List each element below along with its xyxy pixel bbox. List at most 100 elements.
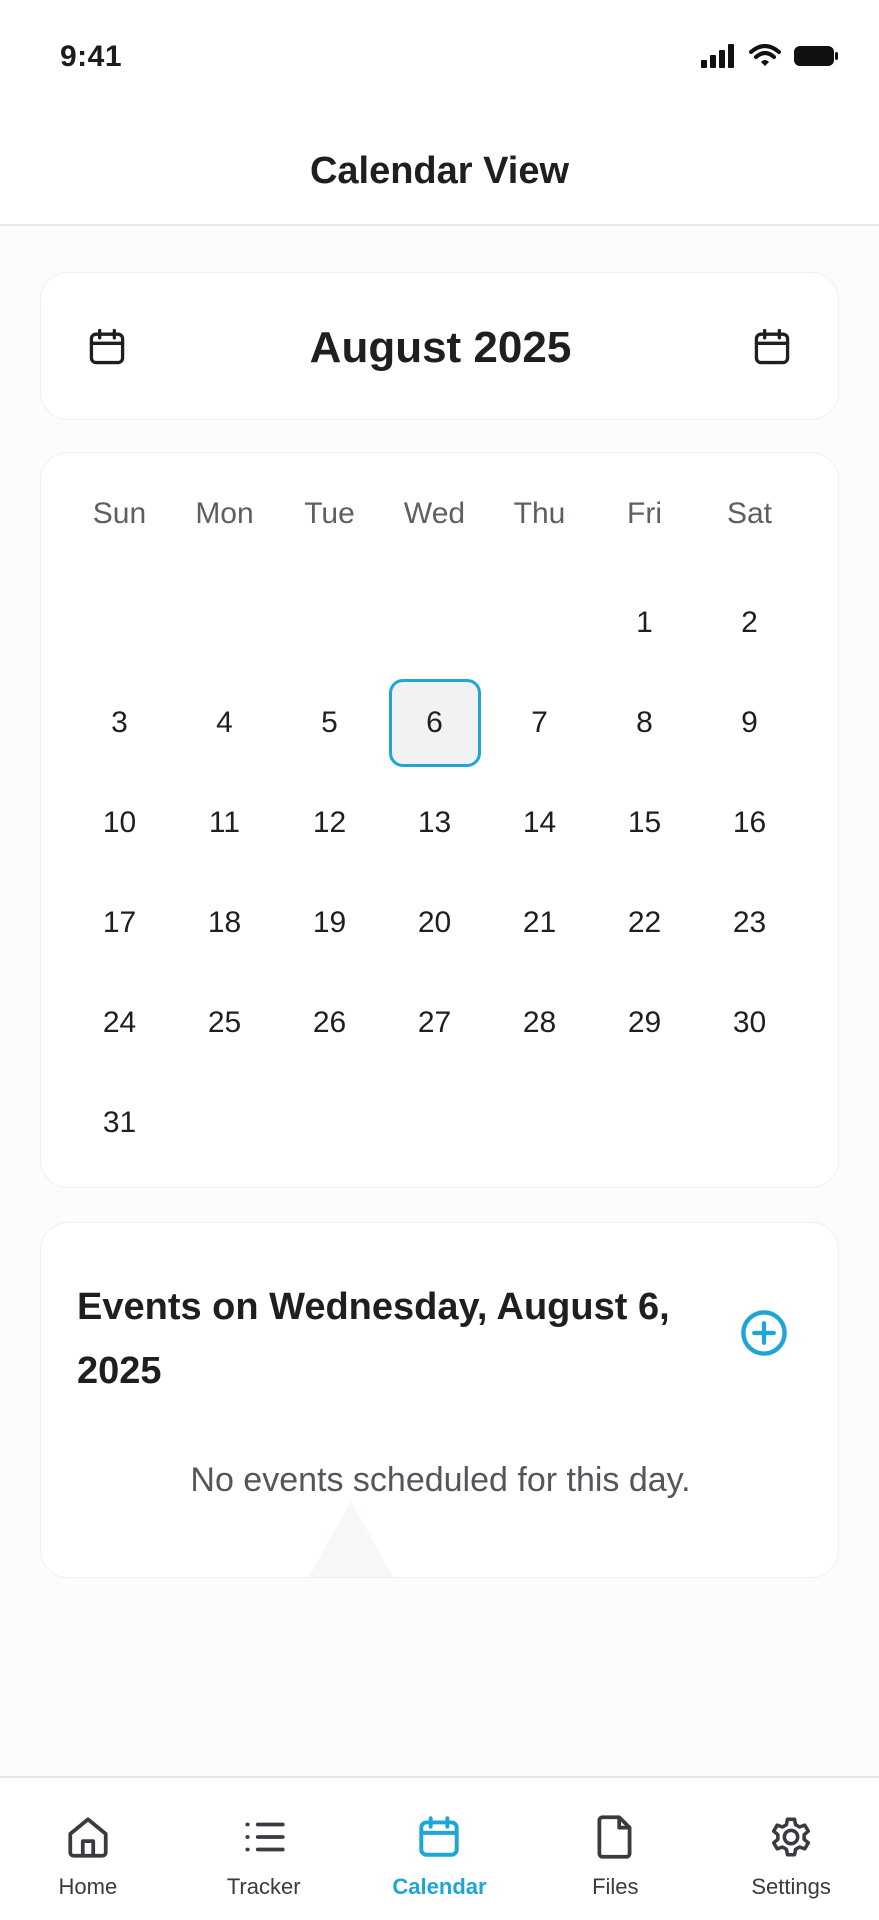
month-label: August 2025 bbox=[309, 323, 572, 372]
day-number: 21 bbox=[522, 906, 557, 939]
day-number: 16 bbox=[732, 806, 767, 839]
weekday-label: Mon bbox=[195, 497, 254, 530]
nav-item-calendar[interactable]: Calendar bbox=[352, 1778, 528, 1920]
day-cell-24[interactable]: 24 bbox=[67, 973, 172, 1073]
next-month-button[interactable] bbox=[744, 319, 800, 375]
day-number: 10 bbox=[102, 806, 137, 839]
days-grid: 1 2 3 4 5 6 7 8 9 10 11 12 13 14 15 16 17 18 19 20 21 22 23 24 2… bbox=[67, 573, 802, 1173]
day-cell-7[interactable]: 7 bbox=[487, 673, 592, 773]
day-cell-28[interactable]: 28 bbox=[487, 973, 592, 1073]
nav-item-settings[interactable]: Settings bbox=[703, 1778, 879, 1920]
gear-icon bbox=[772, 1817, 811, 1857]
day-cell-5[interactable]: 5 bbox=[277, 673, 382, 773]
day-number: 8 bbox=[636, 706, 653, 739]
day-number: 1 bbox=[636, 606, 653, 639]
day-number: 31 bbox=[102, 1106, 137, 1139]
day-cell-empty bbox=[382, 1073, 487, 1173]
day-number: 5 bbox=[321, 706, 338, 739]
day-cell-27[interactable]: 27 bbox=[382, 973, 487, 1073]
status-time: 9:41 bbox=[60, 40, 123, 73]
day-cell-23[interactable]: 23 bbox=[697, 873, 802, 973]
calendar-icon bbox=[419, 1816, 460, 1857]
status-bar: 9:41 bbox=[0, 0, 879, 116]
events-card: Events on Wednesday, August 6, 2025 No e… bbox=[40, 1222, 839, 1578]
day-cell-empty bbox=[382, 573, 487, 673]
day-cell-26[interactable]: 26 bbox=[277, 973, 382, 1073]
nav-item-tracker[interactable]: Tracker bbox=[176, 1778, 352, 1920]
day-number: 22 bbox=[627, 906, 662, 939]
weekday-label: Sat bbox=[726, 497, 773, 530]
day-cell-13[interactable]: 13 bbox=[382, 773, 487, 873]
day-cell-29[interactable]: 29 bbox=[592, 973, 697, 1073]
day-number: 9 bbox=[741, 706, 758, 739]
status-icons bbox=[701, 44, 839, 68]
day-cell-16[interactable]: 16 bbox=[697, 773, 802, 873]
day-number: 30 bbox=[732, 1006, 767, 1039]
day-cell-19[interactable]: 19 bbox=[277, 873, 382, 973]
day-cell-empty bbox=[697, 1073, 802, 1173]
day-cell-18[interactable]: 18 bbox=[172, 873, 277, 973]
day-cell-20[interactable]: 20 bbox=[382, 873, 487, 973]
day-cell-17[interactable]: 17 bbox=[67, 873, 172, 973]
nav-label: Home bbox=[58, 1874, 118, 1899]
app-header: Calendar View bbox=[0, 116, 879, 226]
day-number: 2 bbox=[741, 606, 758, 639]
day-cell-30[interactable]: 30 bbox=[697, 973, 802, 1073]
day-cell-empty bbox=[592, 1073, 697, 1173]
day-cell-8[interactable]: 8 bbox=[592, 673, 697, 773]
day-number: 4 bbox=[216, 706, 233, 739]
day-cell-25[interactable]: 25 bbox=[172, 973, 277, 1073]
weekday-header: Sun Mon Tue Wed Thu Fri Sat bbox=[67, 497, 802, 531]
day-number: 29 bbox=[627, 1006, 662, 1039]
day-cell-1[interactable]: 1 bbox=[592, 573, 697, 673]
day-cell-14[interactable]: 14 bbox=[487, 773, 592, 873]
day-cell-15[interactable]: 15 bbox=[592, 773, 697, 873]
calendar-grid-card: Sun Mon Tue Wed Thu Fri Sat 1 2 3 4 5 6 7 8 9 10 1… bbox=[40, 452, 839, 1188]
calendar-icon bbox=[754, 328, 790, 365]
day-cell-empty bbox=[172, 573, 277, 673]
home-icon bbox=[68, 1817, 108, 1858]
day-cell-2[interactable]: 2 bbox=[697, 573, 802, 673]
weekday-label: Tue bbox=[304, 497, 355, 530]
nav-item-home[interactable]: Home bbox=[0, 1778, 176, 1920]
day-cell-9[interactable]: 9 bbox=[697, 673, 802, 773]
day-number: 14 bbox=[522, 806, 557, 839]
day-cell-10[interactable]: 10 bbox=[67, 773, 172, 873]
day-cell-31[interactable]: 31 bbox=[67, 1073, 172, 1173]
day-number: 12 bbox=[312, 806, 347, 839]
day-cell-empty bbox=[487, 573, 592, 673]
add-event-button[interactable] bbox=[736, 1305, 792, 1361]
day-cell-4[interactable]: 4 bbox=[172, 673, 277, 773]
day-number: 19 bbox=[312, 906, 347, 939]
nav-item-files[interactable]: Files bbox=[527, 1778, 703, 1920]
nav-label: Settings bbox=[751, 1874, 831, 1899]
day-number: 24 bbox=[102, 1006, 137, 1039]
month-navigation-card: August 2025 bbox=[40, 272, 839, 420]
day-number: 11 bbox=[208, 806, 241, 839]
bottom-navigation: Home Tracker Calendar Files Settings bbox=[0, 1776, 879, 1920]
empty-events-message: No events scheduled for this day. bbox=[190, 1461, 691, 1499]
day-cell-empty bbox=[172, 1073, 277, 1173]
day-number: 27 bbox=[417, 1006, 452, 1039]
events-title: Events on Wednesday, August 6, 2025 bbox=[77, 1286, 670, 1392]
day-number: 18 bbox=[207, 906, 242, 939]
day-number: 3 bbox=[111, 706, 128, 739]
day-cell-22[interactable]: 22 bbox=[592, 873, 697, 973]
day-number: 13 bbox=[417, 806, 452, 839]
day-number: 20 bbox=[417, 906, 452, 939]
weekday-label: Wed bbox=[403, 497, 466, 530]
day-number: 28 bbox=[522, 1006, 557, 1039]
nav-label: Calendar bbox=[392, 1874, 487, 1899]
weekday-label: Thu bbox=[513, 497, 566, 530]
day-cell-11[interactable]: 11 bbox=[172, 773, 277, 873]
day-cell-12[interactable]: 12 bbox=[277, 773, 382, 873]
day-cell-3[interactable]: 3 bbox=[67, 673, 172, 773]
plus-circle-icon bbox=[741, 1310, 787, 1356]
weekday-label: Fri bbox=[627, 497, 662, 530]
day-number: 7 bbox=[531, 706, 548, 739]
day-cell-6[interactable]: 6 bbox=[382, 673, 487, 773]
day-number: 15 bbox=[627, 806, 662, 839]
day-number: 17 bbox=[102, 906, 137, 939]
day-cell-21[interactable]: 21 bbox=[487, 873, 592, 973]
day-number: 6 bbox=[388, 679, 481, 767]
